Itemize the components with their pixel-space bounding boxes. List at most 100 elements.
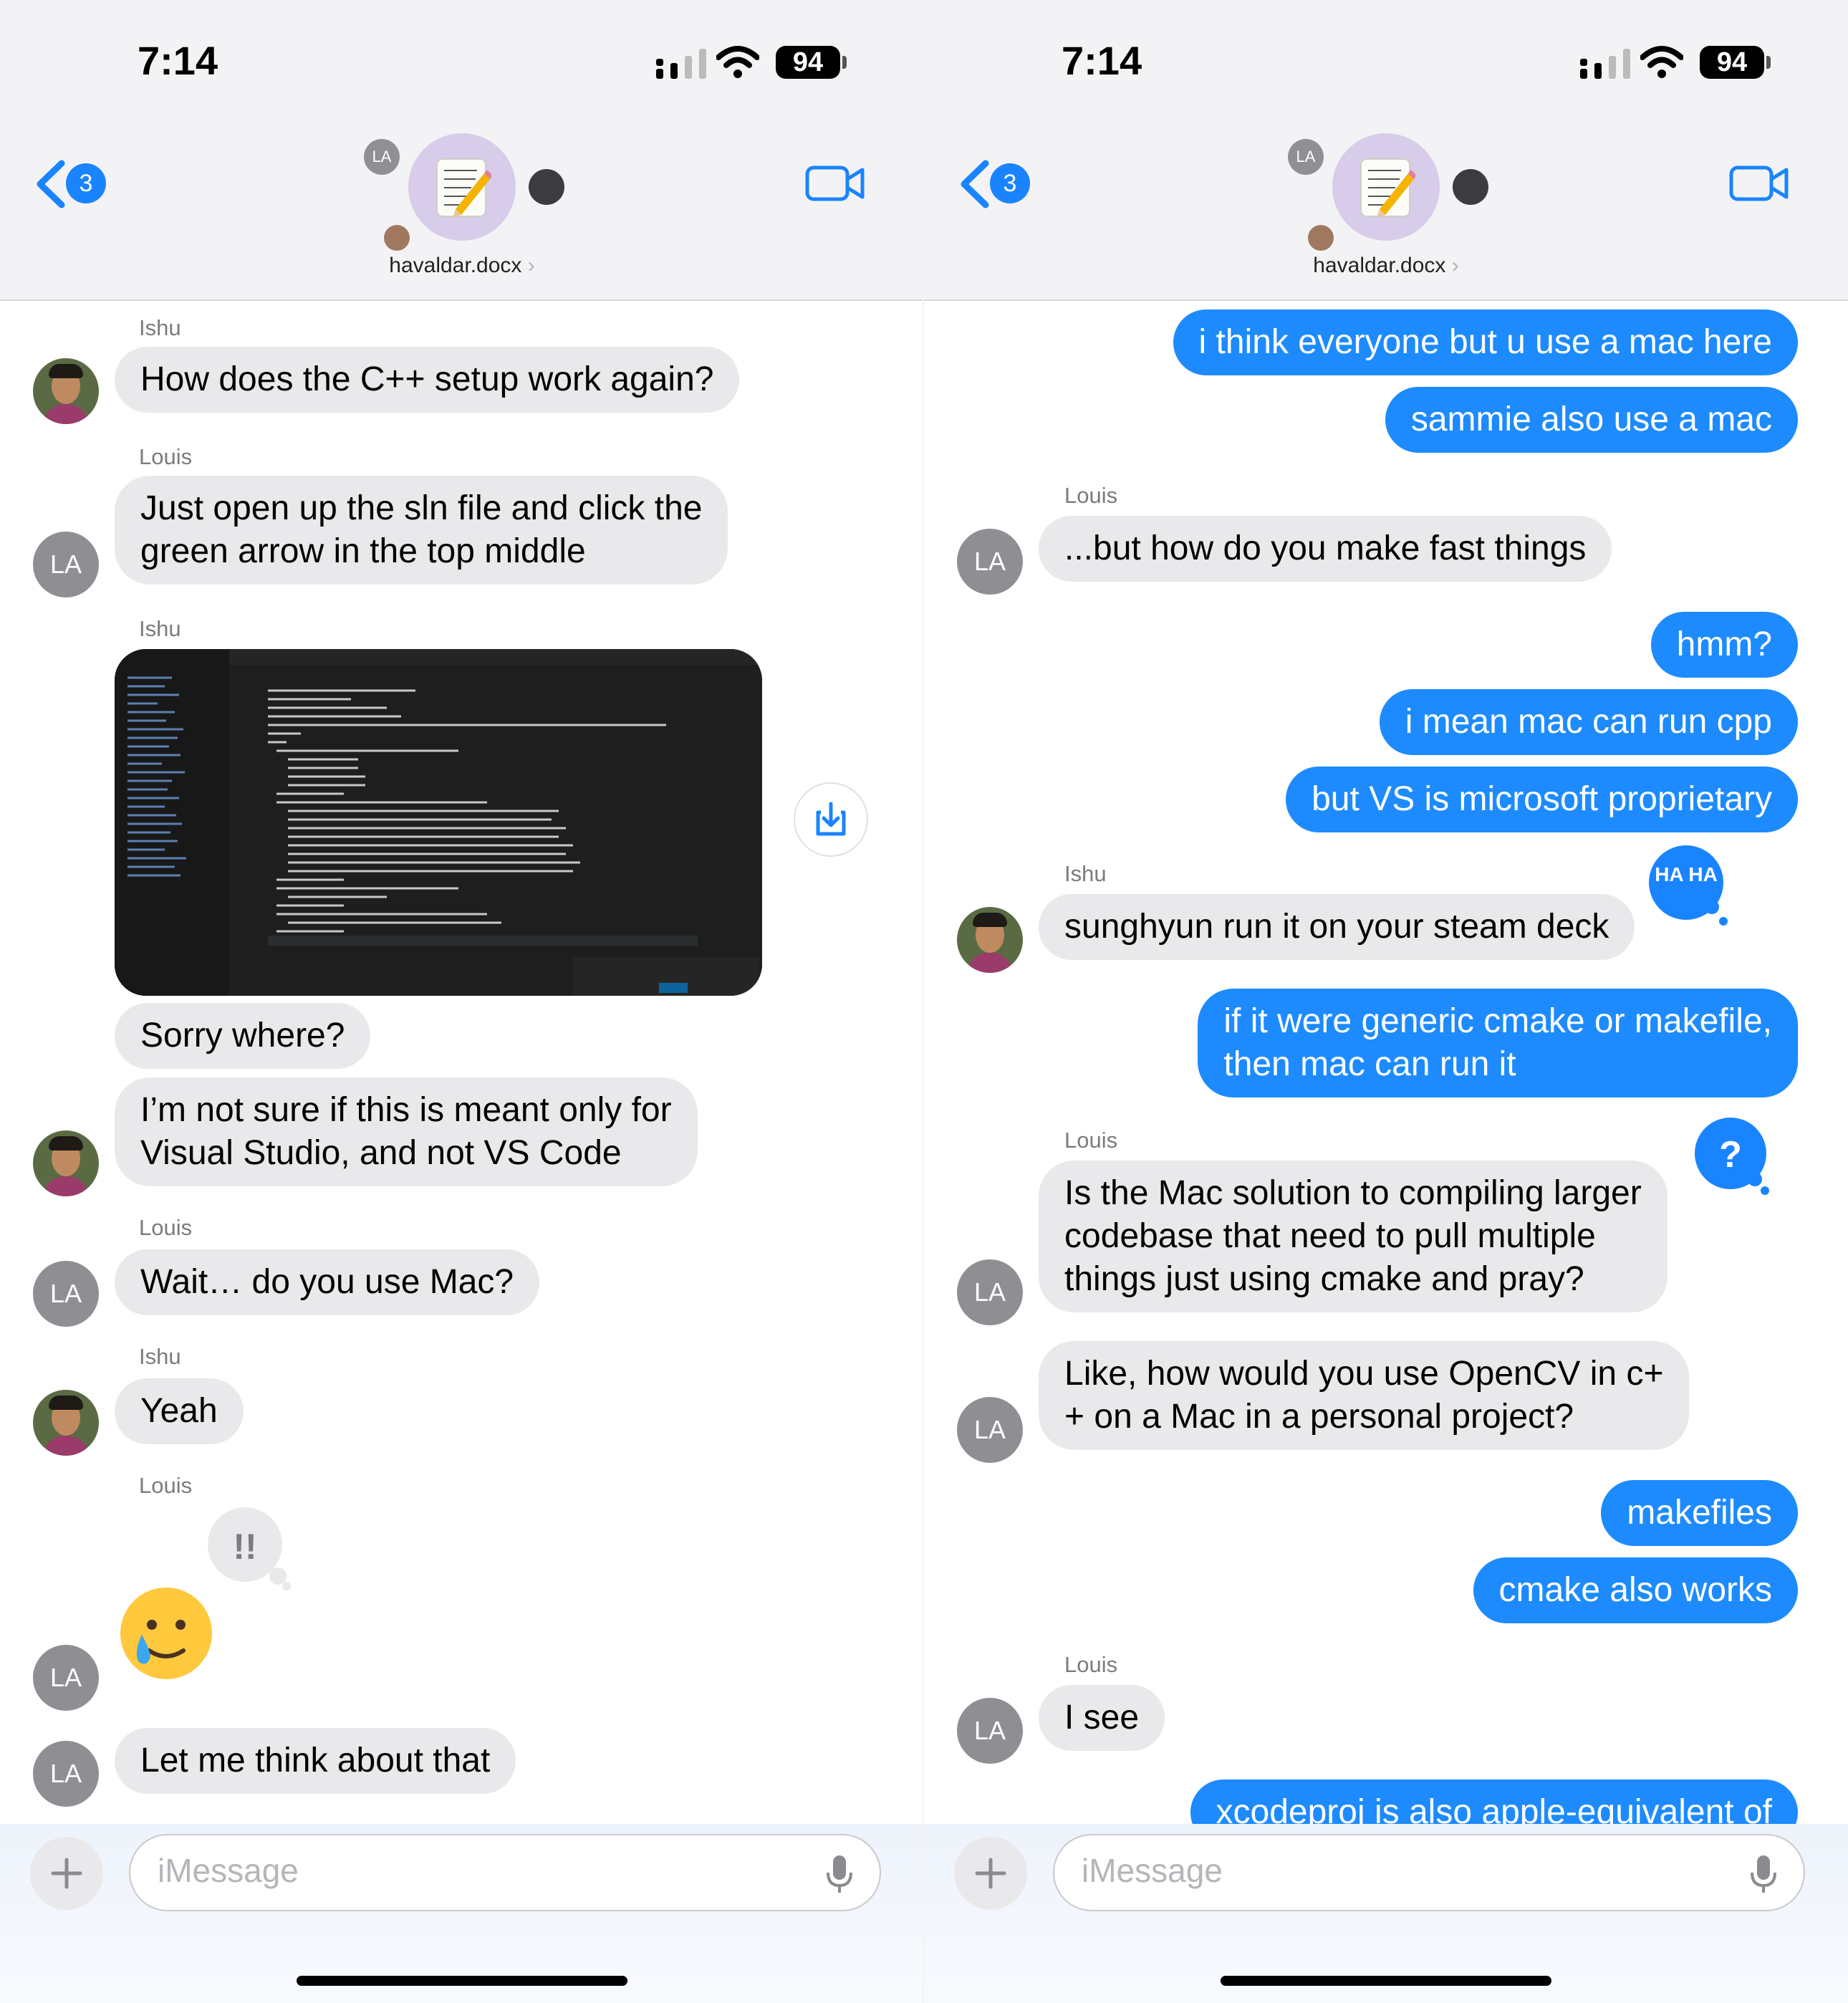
message-line: then mac can run it	[1223, 1045, 1516, 1083]
right-screenshot: 7:14 94 3 LA havaldar.docx › i think eve…	[924, 0, 1848, 2003]
message-line: things just using cmake and pray?	[1064, 1260, 1584, 1298]
conversation-header: 7:14 94 3 LA havaldar.docx ›	[0, 0, 924, 301]
message-bubble[interactable]: hmm?	[1650, 612, 1798, 678]
wifi-icon	[1640, 46, 1683, 78]
avatar: LA	[957, 1397, 1023, 1463]
message-bubble[interactable]: Let me think about that	[115, 1728, 516, 1794]
avatar	[957, 907, 1023, 973]
add-attachment-button[interactable]	[954, 1837, 1027, 1910]
battery-indicator: 94	[1700, 46, 1764, 79]
message-bubble[interactable]: sunghyun run it on your steam deck	[1039, 894, 1635, 960]
unread-count-badge[interactable]: 3	[66, 163, 106, 203]
sender-name: Louis	[1064, 483, 1118, 508]
cellular-signal-icon	[1580, 49, 1630, 79]
avatar: LA	[33, 1741, 99, 1807]
message-line: Visual Studio, and not VS Code	[140, 1134, 622, 1172]
home-indicator[interactable]	[1221, 1976, 1551, 1986]
tapback-tail-dot	[1719, 917, 1728, 926]
memo-pencil-icon	[436, 158, 491, 218]
download-icon	[816, 802, 846, 836]
message-line: green arrow in the top middle	[140, 532, 586, 570]
message-line: Just open up the sln file and click the	[140, 489, 703, 527]
message-bubble[interactable]: Yeah	[115, 1378, 244, 1444]
conversation-header: 7:14 94 3 LA havaldar.docx ›	[924, 0, 1848, 301]
imessage-input[interactable]: iMessage	[1053, 1834, 1805, 1911]
member-avatar-la: LA	[364, 139, 400, 175]
avatar: LA	[33, 1645, 99, 1711]
message-line: Like, how would you use OpenCV in c+	[1064, 1355, 1664, 1393]
battery-cap	[842, 56, 847, 69]
microphone-icon[interactable]	[825, 1854, 854, 1894]
group-name-text: havaldar.docx	[1313, 254, 1446, 277]
plus-icon	[975, 1858, 1006, 1889]
plus-icon	[51, 1858, 82, 1889]
avatar: LA	[957, 529, 1023, 595]
member-avatar-photo-small	[384, 225, 410, 251]
tapback-tail	[1748, 1172, 1762, 1186]
sender-name: Ishu	[139, 315, 181, 340]
avatar	[33, 1130, 99, 1196]
message-bubble[interactable]: ...but how do you make fast things	[1039, 516, 1612, 582]
sender-name: Louis	[139, 444, 193, 469]
imessage-input[interactable]: iMessage	[129, 1834, 881, 1911]
tearful-smile-emoji-icon[interactable]	[117, 1585, 215, 1682]
message-bubble[interactable]: sammie also use a mac	[1385, 387, 1798, 453]
message-line: I’m not sure if this is meant only for	[140, 1091, 672, 1129]
battery-cap	[1766, 56, 1771, 69]
message-bubble[interactable]: if it were generic cmake or makefile, th…	[1198, 989, 1798, 1097]
home-indicator[interactable]	[297, 1976, 627, 1986]
message-bubble[interactable]: Sorry where?	[115, 1003, 371, 1069]
input-placeholder: iMessage	[1082, 1852, 1223, 1889]
avatar: LA	[33, 1261, 99, 1327]
tapback-tail	[1705, 900, 1719, 914]
message-bubble[interactable]: Wait… do you use Mac?	[115, 1249, 540, 1315]
chevron-right-icon: ›	[1445, 254, 1459, 277]
sender-name: Louis	[1064, 1128, 1118, 1153]
question-mark-icon: ?	[1719, 1134, 1742, 1176]
message-bubble[interactable]: but VS is microsoft proprietary	[1286, 767, 1798, 832]
message-line: codebase that need to pull multiple	[1064, 1217, 1596, 1255]
avatar: LA	[957, 1259, 1023, 1325]
message-bubble[interactable]: Just open up the sln file and click the …	[115, 476, 728, 585]
sender-name: Louis	[1064, 1652, 1118, 1677]
tapback-tail-dot	[1761, 1186, 1769, 1195]
message-line: + on a Mac in a personal project?	[1064, 1398, 1574, 1436]
avatar	[33, 358, 99, 424]
message-bubble[interactable]: I’m not sure if this is meant only for V…	[115, 1077, 698, 1186]
group-name[interactable]: havaldar.docx ›	[372, 254, 552, 278]
group-name[interactable]: havaldar.docx ›	[1296, 254, 1476, 278]
message-line: if it were generic cmake or makefile,	[1223, 1002, 1772, 1040]
member-avatar-photo	[529, 169, 564, 205]
sender-name: Ishu	[139, 1344, 181, 1369]
member-avatar-la: LA	[1288, 139, 1324, 175]
add-attachment-button[interactable]	[30, 1837, 103, 1910]
message-bubble[interactable]: How does the C++ setup work again?	[115, 347, 740, 413]
status-time: 7:14	[138, 38, 218, 83]
memo-pencil-icon	[1360, 158, 1415, 218]
save-image-button[interactable]	[794, 782, 868, 857]
microphone-icon[interactable]	[1749, 1854, 1778, 1894]
facetime-video-icon[interactable]	[1729, 163, 1789, 203]
message-bubble[interactable]: i think everyone but u use a mac here	[1173, 309, 1798, 375]
unread-count-badge[interactable]: 3	[990, 163, 1030, 203]
chevron-right-icon: ›	[521, 254, 535, 277]
messages-app: 7:14 94 3 LA havaldar.docx › Ishu How do…	[0, 0, 1848, 2003]
message-bubble[interactable]: I see	[1039, 1685, 1165, 1751]
sender-name: Ishu	[1064, 861, 1107, 886]
message-bubble[interactable]: Is the Mac solution to compiling larger …	[1039, 1161, 1667, 1312]
sender-name: Ishu	[139, 616, 181, 641]
facetime-video-icon[interactable]	[805, 163, 865, 203]
message-bubble[interactable]: i mean mac can run cpp	[1379, 689, 1798, 755]
sender-name: Louis	[139, 1473, 193, 1498]
haha-icon: HA HA	[1655, 863, 1718, 885]
avatar: LA	[33, 532, 99, 597]
image-attachment-screenshot[interactable]	[115, 649, 762, 996]
left-screenshot: 7:14 94 3 LA havaldar.docx › Ishu How do…	[0, 0, 924, 2003]
avatar: LA	[957, 1698, 1023, 1764]
message-bubble[interactable]: makefiles	[1601, 1480, 1798, 1546]
member-avatar-photo-small	[1308, 225, 1334, 251]
member-avatar-photo	[1453, 169, 1488, 205]
message-bubble[interactable]: cmake also works	[1473, 1557, 1798, 1623]
status-time: 7:14	[1062, 38, 1142, 83]
message-bubble[interactable]: Like, how would you use OpenCV in c+ + o…	[1039, 1341, 1690, 1450]
